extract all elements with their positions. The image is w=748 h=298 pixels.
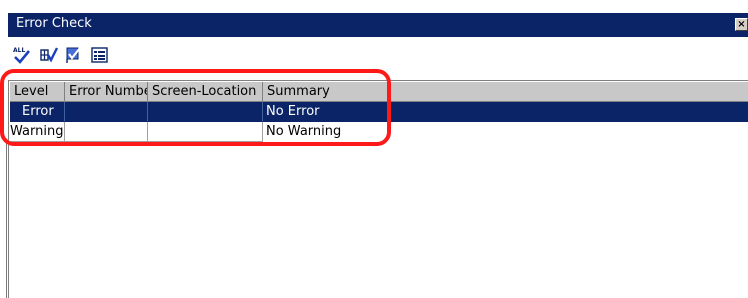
cell-screen-location — [148, 122, 263, 142]
window-edge — [0, 0, 8, 13]
table-row[interactable]: Error No Error — [10, 102, 748, 122]
cell-summary: No Warning — [266, 124, 342, 139]
toolbar: ALL — [8, 37, 748, 77]
window-title: Error Check — [16, 16, 92, 31]
check-screen-icon — [40, 47, 59, 63]
check-flag-button[interactable] — [64, 45, 84, 65]
error-grid: Level Error Numbe Screen-Location Summar… — [8, 80, 748, 298]
cell-level: Error — [10, 102, 65, 122]
check-all-button[interactable]: ALL — [12, 45, 32, 65]
check-all-icon: ALL — [13, 47, 31, 64]
column-header-level[interactable]: Level — [10, 82, 65, 102]
cell-error-number — [65, 122, 148, 142]
check-screen-button[interactable] — [39, 45, 59, 65]
grid-header: Level Error Numbe Screen-Location Summar… — [10, 82, 748, 102]
column-header-summary[interactable]: Summary — [263, 82, 748, 102]
cell-error-number — [65, 102, 148, 122]
check-flag-icon — [66, 47, 81, 63]
cell-summary: No Error — [263, 102, 748, 122]
close-button[interactable]: × — [735, 18, 748, 31]
list-icon — [91, 47, 108, 63]
window-left-shadow — [6, 140, 7, 298]
cell-screen-location — [148, 102, 263, 122]
table-row[interactable]: Warning No Warning — [10, 122, 748, 142]
svg-text:ALL: ALL — [13, 47, 25, 54]
error-list-button[interactable] — [90, 45, 110, 65]
error-check-window: Error Check × ALL Level Error Numbe Scre… — [0, 0, 748, 298]
close-icon: × — [737, 19, 746, 30]
title-bar[interactable]: Error Check × — [8, 13, 748, 37]
column-header-error-number[interactable]: Error Numbe — [65, 82, 148, 102]
cell-level: Warning — [10, 122, 65, 142]
column-header-screen-location[interactable]: Screen-Location — [148, 82, 263, 102]
